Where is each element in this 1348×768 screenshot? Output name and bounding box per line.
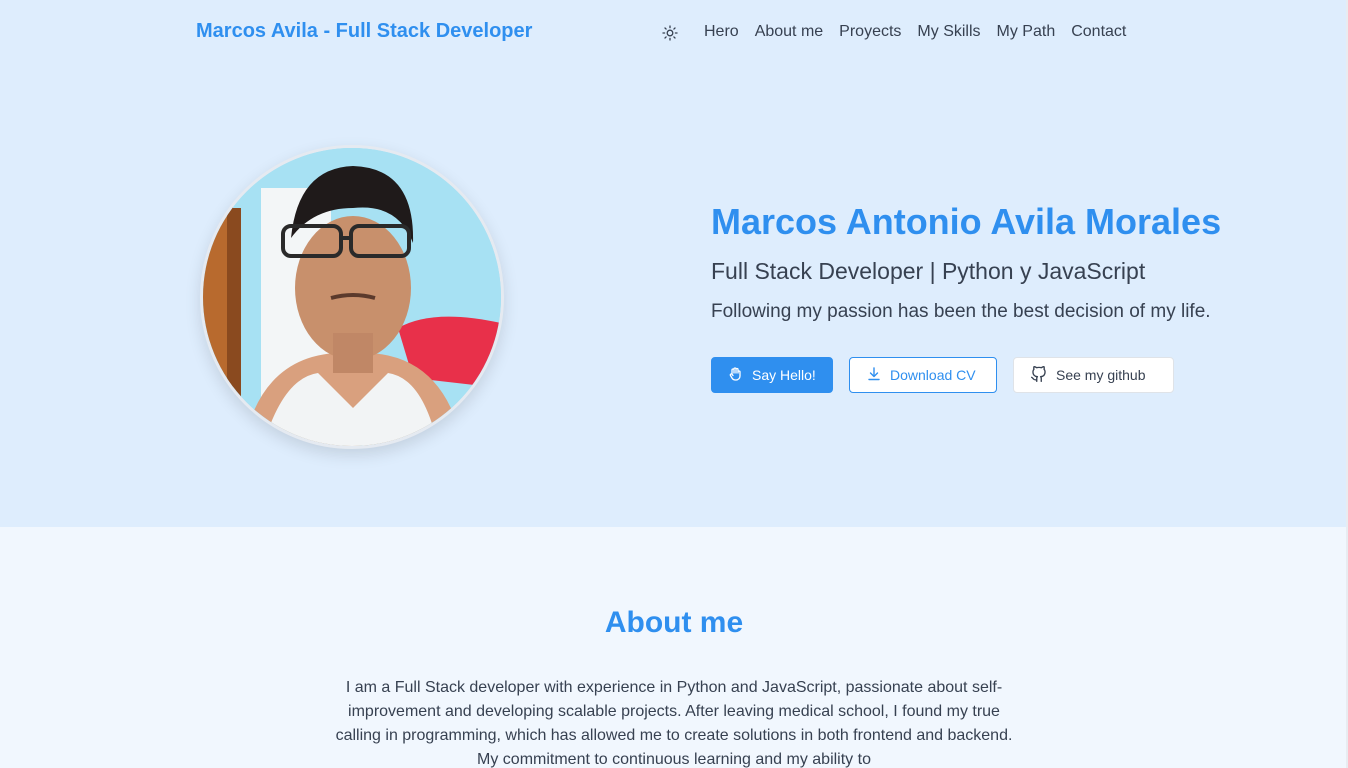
github-icon	[1030, 365, 1048, 386]
sun-icon[interactable]	[659, 22, 681, 44]
about-title: About me	[604, 606, 744, 639]
hero-text: Marcos Antonio Avila Morales Full Stack …	[711, 200, 1331, 324]
about-body: I am a Full Stack developer with experie…	[335, 679, 1013, 768]
hero-role: Full Stack Developer | Python y JavaScri…	[711, 258, 1146, 284]
navbar: Marcos Avila - Full Stack Developer Hero…	[0, 0, 1348, 66]
download-icon	[866, 366, 882, 385]
waving-hand-icon	[728, 366, 744, 385]
download-cv-button[interactable]: Download CV	[849, 357, 997, 393]
nav-links: Hero About me Proyects My Skills My Path…	[704, 23, 1126, 41]
nav-link-contact[interactable]: Contact	[1071, 23, 1126, 41]
nav-link-projects[interactable]: Proyects	[839, 23, 901, 41]
nav-link-skills[interactable]: My Skills	[917, 23, 980, 41]
nav-link-hero[interactable]: Hero	[704, 23, 739, 41]
hero-buttons: Say Hello! Download CV See my github	[711, 357, 1174, 393]
brand-title[interactable]: Marcos Avila - Full Stack Developer	[196, 20, 532, 43]
download-cv-label: Download CV	[890, 367, 976, 383]
say-hello-label: Say Hello!	[752, 367, 816, 383]
nav-link-path[interactable]: My Path	[997, 23, 1056, 41]
profile-photo	[200, 145, 504, 449]
say-hello-button[interactable]: Say Hello!	[711, 357, 833, 393]
github-button[interactable]: See my github	[1013, 357, 1174, 393]
github-label: See my github	[1056, 367, 1146, 383]
hero-tagline: Following my passion has been the best d…	[711, 301, 1211, 322]
hero-name: Marcos Antonio Avila Morales	[711, 201, 1222, 242]
nav-link-about[interactable]: About me	[755, 23, 823, 41]
